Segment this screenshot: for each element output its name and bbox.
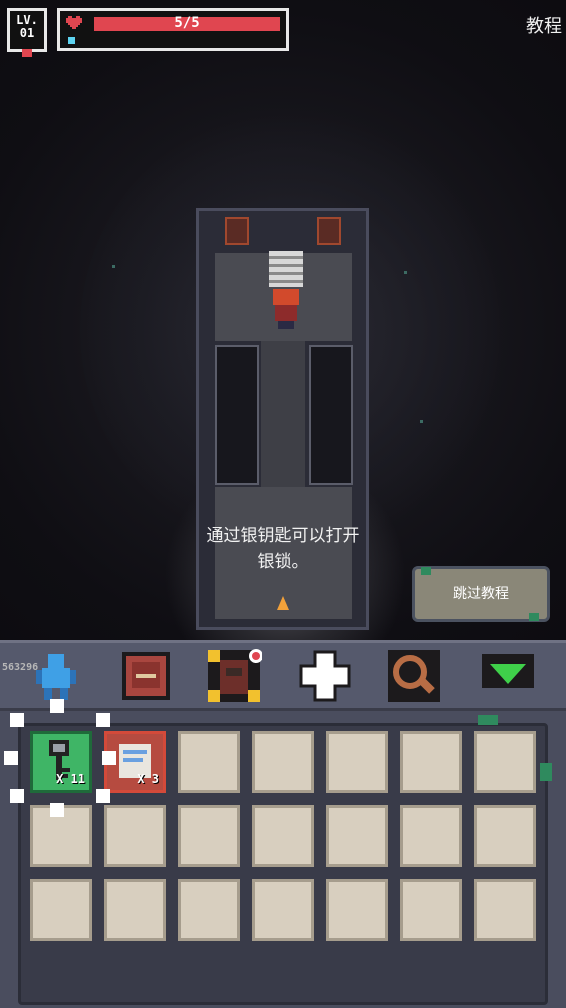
skip-tutorial-label: 跳过教程 — [453, 586, 509, 602]
level-badge: LV. 01 — [7, 8, 47, 57]
skip-tutorial-button[interactable]: 跳过教程 — [412, 566, 550, 622]
player-legs — [278, 321, 294, 329]
inventory-slot[interactable] — [326, 805, 388, 867]
level-value: 01 — [19, 26, 35, 40]
heart-icon — [22, 49, 32, 57]
hint-line-1: 通过银钥匙可以打开 — [206, 526, 360, 546]
pit-right — [309, 345, 353, 485]
hint-line-2: 银锁。 — [257, 552, 309, 572]
inventory-slot[interactable] — [252, 731, 314, 793]
inventory-slot[interactable]: X 11 — [30, 731, 92, 793]
stone-path — [261, 341, 305, 491]
tutorial-hint: 通过银钥匙可以打开 银锁。 — [190, 523, 376, 575]
star — [404, 271, 407, 274]
inventory-slot[interactable] — [178, 879, 240, 941]
spellbook-tab[interactable] — [118, 648, 174, 704]
selection-sparkle — [50, 803, 64, 817]
inventory-slot[interactable] — [326, 731, 388, 793]
inventory-panel: 563296 X 11 X 3 — [0, 640, 566, 1008]
collapse-arrow-icon — [482, 654, 534, 688]
inventory-slot[interactable] — [474, 879, 536, 941]
item-quantity: X 3 — [137, 772, 159, 786]
inventory-slot[interactable] — [400, 879, 462, 941]
player-body — [275, 305, 297, 321]
inventory-slot[interactable] — [104, 805, 166, 867]
character-tab[interactable] — [28, 648, 84, 704]
backpack-tab[interactable] — [206, 648, 263, 704]
add-tab[interactable] — [297, 648, 353, 704]
player-hair — [273, 289, 299, 305]
game-scene: LV. 01 5/5 教程 通过银钥匙可以打开 银锁。 跳过教程 — [0, 0, 566, 640]
inventory-tab-bar: 563296 — [0, 643, 566, 711]
spellbook-icon — [122, 652, 170, 700]
banner-left — [225, 217, 249, 245]
leaf-decoration — [421, 567, 431, 575]
collapse-tab[interactable] — [480, 648, 536, 704]
pit-left — [215, 345, 259, 485]
star — [112, 265, 115, 268]
inventory-slot[interactable] — [178, 805, 240, 867]
character-icon — [36, 654, 76, 700]
player-character — [269, 289, 303, 329]
selection-sparkle — [96, 789, 110, 803]
banner-right — [317, 217, 341, 245]
plus-icon — [299, 650, 351, 702]
inventory-slot[interactable] — [400, 805, 462, 867]
selection-sparkle — [10, 713, 24, 727]
selection-sparkle — [96, 713, 110, 727]
inventory-slot[interactable] — [30, 879, 92, 941]
inventory-slot[interactable] — [252, 805, 314, 867]
inventory-slot[interactable] — [252, 879, 314, 941]
magnifier-icon — [388, 650, 440, 702]
search-tab[interactable] — [386, 648, 442, 704]
inventory-slot[interactable] — [474, 731, 536, 793]
heart-icon — [66, 16, 82, 29]
leaf-decoration — [529, 613, 539, 621]
stairs — [269, 251, 303, 287]
selection-sparkle — [10, 789, 24, 803]
mana-pip — [68, 37, 75, 44]
tutorial-title[interactable]: 教程 — [526, 12, 562, 38]
inventory-slot[interactable] — [474, 805, 536, 867]
star — [420, 420, 423, 423]
inventory-slot[interactable] — [400, 731, 462, 793]
backpack-icon — [208, 649, 263, 702]
vine-decoration — [540, 763, 552, 781]
selection-sparkle — [50, 699, 64, 713]
item-quantity: X 11 — [56, 772, 85, 786]
vine-decoration — [478, 715, 498, 725]
hp-panel: 5/5 — [57, 8, 289, 51]
selection-sparkle — [102, 751, 116, 765]
hp-text: 5/5 — [174, 15, 200, 31]
inventory-slot[interactable] — [104, 879, 166, 941]
inventory-slot[interactable] — [326, 879, 388, 941]
inventory-slot[interactable] — [178, 731, 240, 793]
selection-sparkle — [4, 751, 18, 765]
